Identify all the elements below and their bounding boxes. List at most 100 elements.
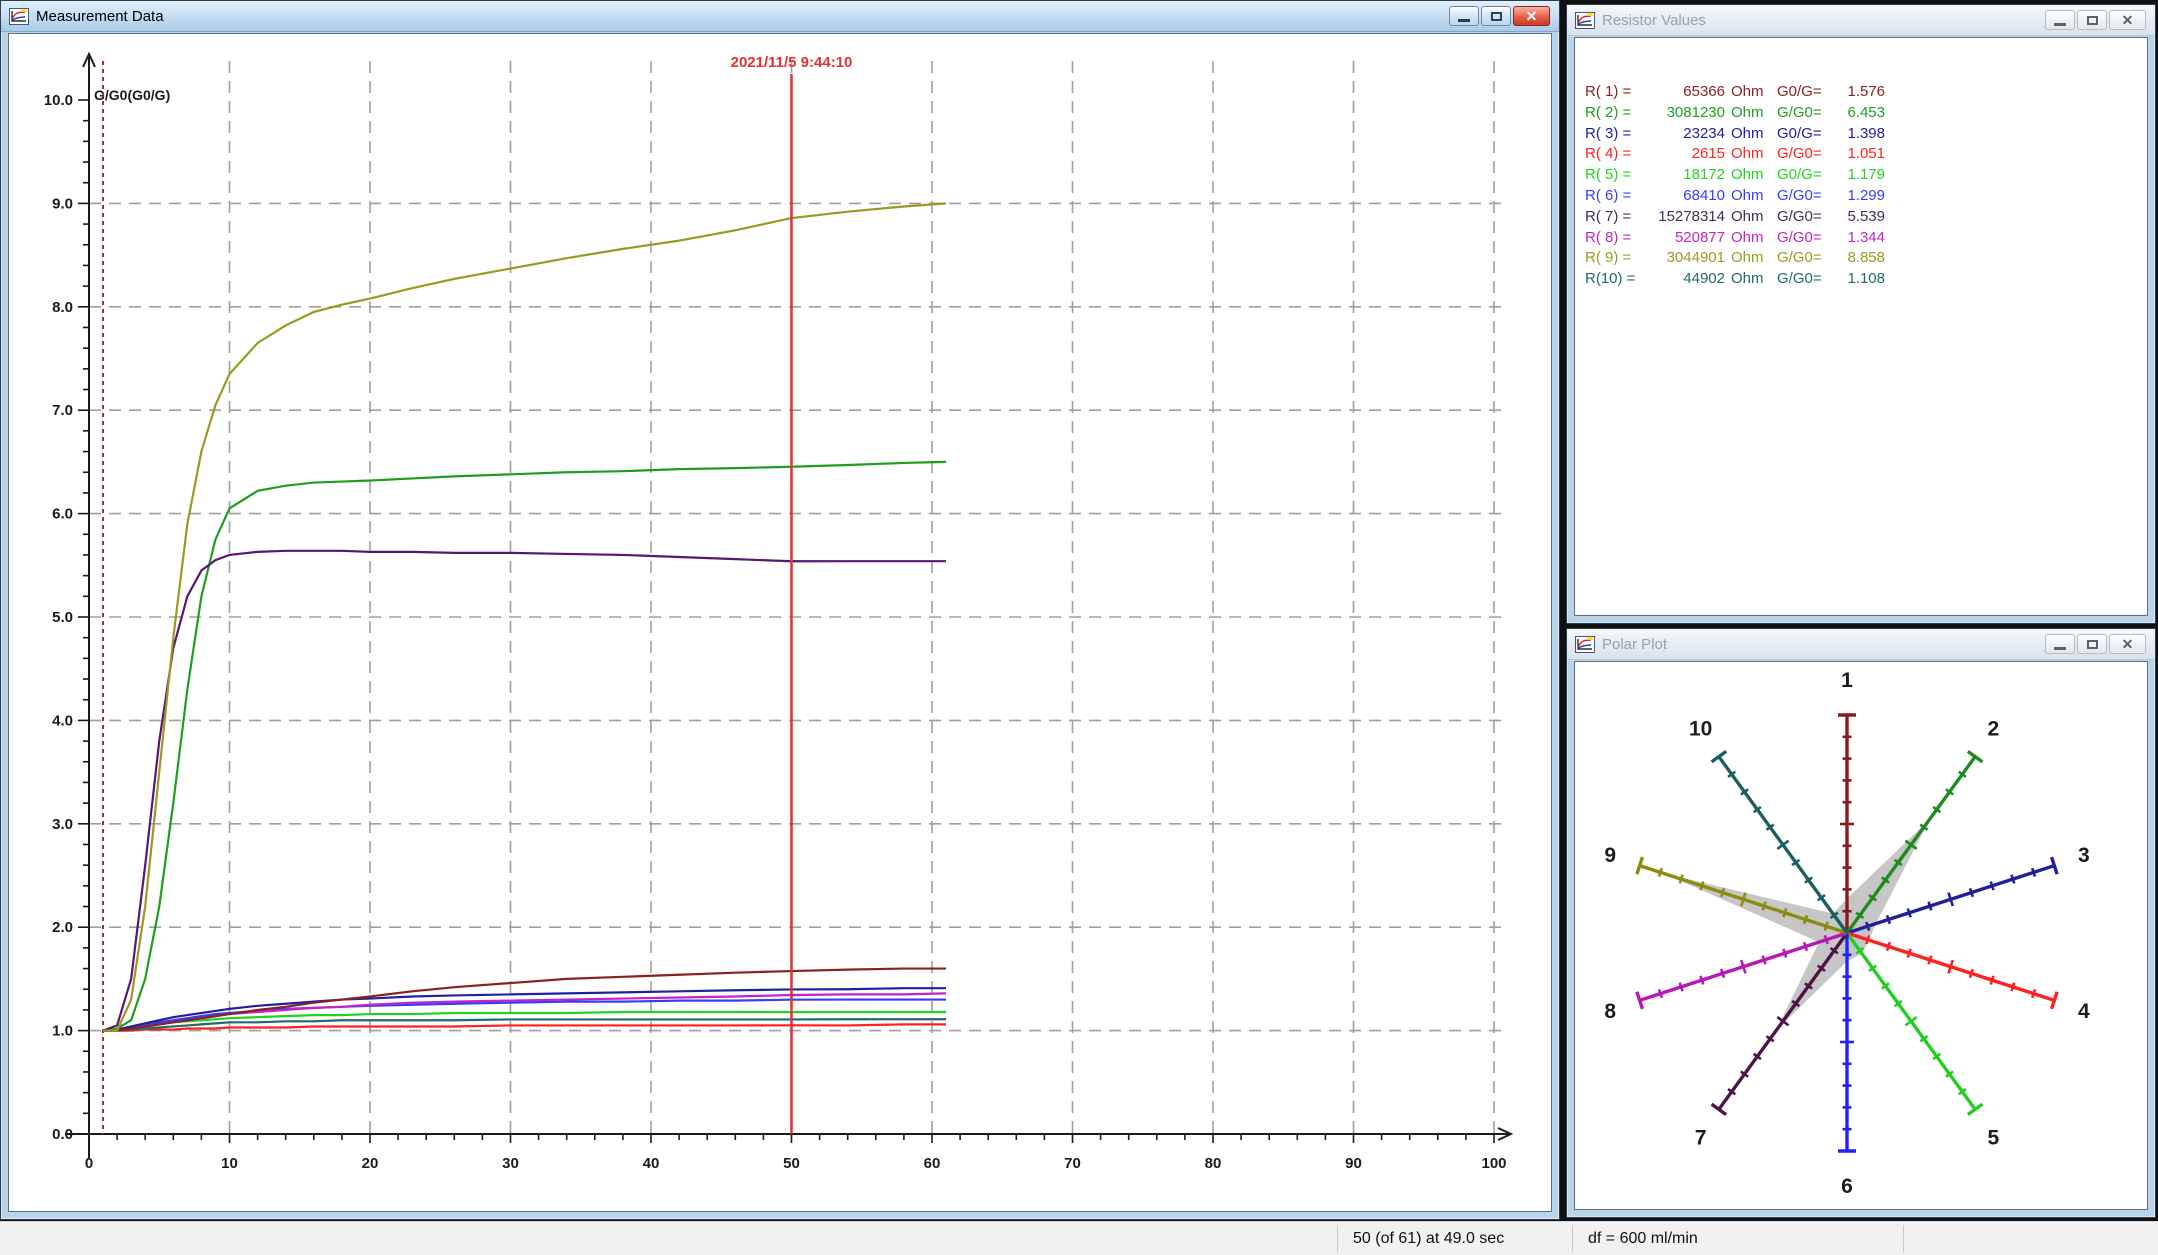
desktop: { "windows": { "measurement": { "title":… — [0, 0, 2158, 1254]
polar-axis-label-5: 5 — [1988, 1127, 2000, 1150]
minimize-button[interactable] — [1449, 6, 1479, 26]
resistor-values-area: R( 1) =65366OhmG0/G=1.576R( 2) =3081230O… — [1574, 37, 2148, 616]
minimize-button[interactable] — [2045, 10, 2075, 30]
r-label: R( 7) = — [1585, 207, 1645, 228]
svg-text:0.0: 0.0 — [52, 1126, 73, 1143]
svg-text:80: 80 — [1205, 1155, 1222, 1172]
polar-plot-area: 12345678910 — [1574, 661, 2148, 1210]
measurement-titlebar[interactable]: Measurement Data ✕ — [1, 1, 1559, 32]
measurement-chart-area: 0.01.02.03.04.05.06.07.08.09.010.0010203… — [8, 33, 1552, 1212]
resistor-row: R( 4) =2615OhmG/G0=1.051 — [1585, 144, 1885, 165]
r-ratio-label: G/G0= — [1777, 248, 1833, 269]
r-ratio: 1.299 — [1833, 186, 1885, 207]
svg-text:50: 50 — [783, 1155, 800, 1172]
status-flow-rate: df = 600 ml/min — [1588, 1222, 1698, 1255]
r-unit: Ohm — [1731, 269, 1769, 290]
minimize-icon — [2054, 647, 2066, 650]
svg-text:9.0: 9.0 — [52, 195, 73, 212]
polar-axis-label-4: 4 — [2078, 1000, 2090, 1023]
minimize-icon — [1458, 19, 1470, 22]
r-value: 68410 — [1645, 186, 1725, 207]
r-label: R( 2) = — [1585, 103, 1645, 124]
r-value: 18172 — [1645, 165, 1725, 186]
r-value: 3044901 — [1645, 248, 1725, 269]
resistor-row: R( 1) =65366OhmG0/G=1.576 — [1585, 82, 1885, 103]
chart-window-icon — [1575, 636, 1595, 653]
r-ratio-label: G/G0= — [1777, 186, 1833, 207]
r-value: 15278314 — [1645, 207, 1725, 228]
measurement-chart: 0.01.02.03.04.05.06.07.08.09.010.0010203… — [9, 34, 1551, 1211]
r-value: 3081230 — [1645, 103, 1725, 124]
r-ratio-label: G0/G= — [1777, 82, 1833, 103]
polar-axis-label-3: 3 — [2078, 844, 2090, 867]
status-bar: 50 (of 61) at 49.0 sec df = 600 ml/min — [0, 1221, 2158, 1255]
resistor-titlebar[interactable]: Resistor Values ✕ — [1567, 5, 2155, 36]
svg-text:8.0: 8.0 — [52, 299, 73, 316]
r-unit: Ohm — [1731, 82, 1769, 103]
status-separator — [1337, 1225, 1338, 1252]
maximize-icon — [1491, 12, 1502, 21]
polar-axis-label-1: 1 — [1841, 669, 1853, 692]
close-button[interactable]: ✕ — [1513, 6, 1550, 26]
svg-text:60: 60 — [924, 1155, 941, 1172]
close-button[interactable]: ✕ — [2109, 10, 2146, 30]
resistor-row: R( 2) =3081230OhmG/G0=6.453 — [1585, 103, 1885, 124]
r-unit: Ohm — [1731, 248, 1769, 269]
polar-titlebar[interactable]: Polar Plot ✕ — [1567, 629, 2155, 660]
r-unit: Ohm — [1731, 165, 1769, 186]
polar-axis-label-7: 7 — [1695, 1127, 1707, 1150]
r-label: R( 6) = — [1585, 186, 1645, 207]
resistor-row: R( 6) =68410 Ohm G/G0=1.299 — [1585, 186, 1885, 207]
r-unit: Ohm — [1731, 124, 1769, 145]
status-separator — [1903, 1225, 1904, 1252]
r-value: 23234 — [1645, 124, 1725, 145]
resistor-values-list: R( 1) =65366OhmG0/G=1.576R( 2) =3081230O… — [1585, 82, 1885, 290]
r-ratio-label: G0/G= — [1777, 165, 1833, 186]
svg-text:1.0: 1.0 — [52, 1023, 73, 1040]
minimize-icon — [2054, 23, 2066, 26]
close-button[interactable]: ✕ — [2109, 634, 2146, 654]
r-label: R( 1) = — [1585, 82, 1645, 103]
r-unit: Ohm — [1731, 186, 1769, 207]
polar-axis-4 — [1847, 933, 2057, 1009]
radar-value-polygon — [1663, 819, 1929, 1030]
polar-axis-label-8: 8 — [1604, 1000, 1616, 1023]
r-label: R( 4) = — [1585, 144, 1645, 165]
r-ratio: 1.051 — [1833, 144, 1885, 165]
svg-text:10: 10 — [221, 1155, 238, 1172]
svg-text:100: 100 — [1481, 1155, 1506, 1172]
r-label: R( 9) = — [1585, 248, 1645, 269]
svg-text:2.0: 2.0 — [52, 919, 73, 936]
y-axis-title: G/G0(G0/G) — [94, 87, 170, 103]
r-ratio: 1.398 — [1833, 124, 1885, 145]
maximize-button[interactable] — [2077, 10, 2107, 30]
r-ratio: 1.576 — [1833, 82, 1885, 103]
polar-axis-label-2: 2 — [1988, 717, 2000, 740]
r-label: R( 8) = — [1585, 228, 1645, 249]
resistor-row: R( 3) =23234OhmG0/G=1.398 — [1585, 124, 1885, 145]
r-ratio-label: G/G0= — [1777, 207, 1833, 228]
r-label: R(10) = — [1585, 269, 1645, 290]
r-ratio: 5.539 — [1833, 207, 1885, 228]
measurement-data-window: Measurement Data ✕ 0.01.02.03.04.05.06.0… — [0, 0, 1560, 1220]
polar-axis-2 — [1847, 751, 1982, 933]
svg-text:0: 0 — [85, 1155, 93, 1172]
r-ratio-label: G/G0= — [1777, 144, 1833, 165]
maximize-button[interactable] — [2077, 634, 2107, 654]
close-icon: ✕ — [2122, 637, 2134, 651]
r-label: R( 3) = — [1585, 124, 1645, 145]
polar-plot-window: Polar Plot ✕ 12345678910 — [1566, 628, 2156, 1218]
maximize-icon — [2087, 16, 2098, 25]
status-separator — [1572, 1225, 1573, 1252]
polar-axis-7 — [1712, 933, 1847, 1115]
r-value: 44902 — [1645, 269, 1725, 290]
resistor-row: R( 8) =520877OhmG/G0=1.344 — [1585, 228, 1885, 249]
grid — [89, 61, 1505, 1134]
minimize-button[interactable] — [2045, 634, 2075, 654]
polar-axis-label-6: 6 — [1841, 1175, 1853, 1198]
measurement-window-title: Measurement Data — [36, 8, 164, 25]
r-ratio-label: G/G0= — [1777, 228, 1833, 249]
polar-axis-label-10: 10 — [1689, 717, 1712, 740]
maximize-button[interactable] — [1481, 6, 1511, 26]
svg-text:20: 20 — [362, 1155, 379, 1172]
